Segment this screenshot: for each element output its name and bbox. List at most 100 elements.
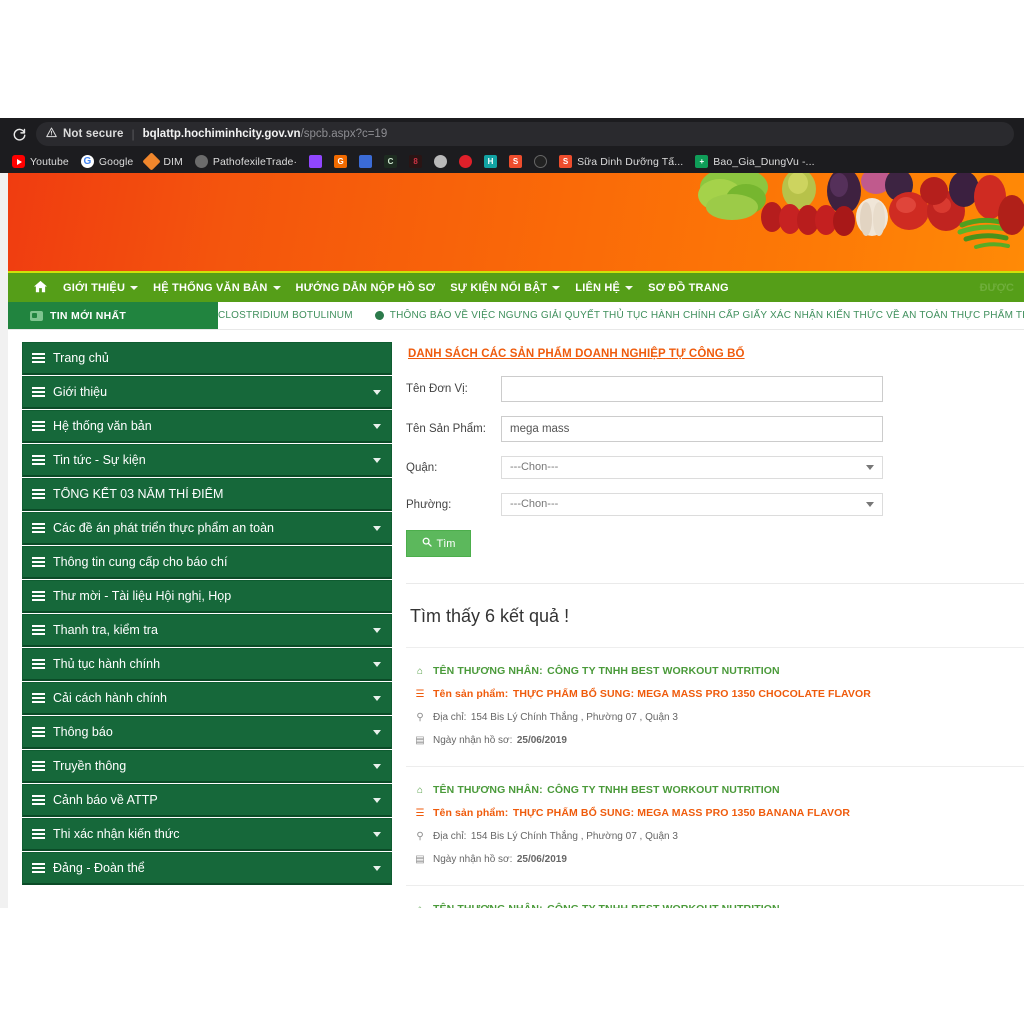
bookmark-h[interactable]: H xyxy=(478,152,503,172)
ticker-item-text: THÔNG BÁO VỀ VIỆC NGƯNG GIẢI QUYẾT THỦ T… xyxy=(389,310,1024,321)
bookmark-bao-gia-dungvu[interactable]: + Bao_Gia_DungVu -... xyxy=(689,152,820,172)
nav-overflow-label: ĐƯỢC xyxy=(979,281,1014,294)
bookmark-blue[interactable] xyxy=(353,152,378,172)
sidebar-item-canh-bao-attp[interactable]: Cảnh báo về ATTP xyxy=(22,784,392,817)
list-icon xyxy=(32,556,45,568)
result-date-line: ▤ Ngày nhận hồ sơ: 25/06/2019 xyxy=(414,850,1020,868)
unit-input[interactable] xyxy=(501,376,883,402)
result-merchant-line: ⌂ TÊN THƯƠNG NHÂN: CÔNG TY TNHH BEST WOR… xyxy=(414,662,1020,680)
result-item[interactable]: ⌂ TÊN THƯƠNG NHÂN: CÔNG TY TNHH BEST WOR… xyxy=(406,886,1024,908)
news-ticker-tag-label: TIN MỚI NHẤT xyxy=(50,309,127,322)
google-sheets-icon: + xyxy=(695,155,709,168)
sidebar-item-label: Thi xác nhận kiến thức xyxy=(53,827,180,841)
nav-so-do-trang[interactable]: SƠ ĐỒ TRANG xyxy=(648,282,729,294)
bookmark-youtube[interactable]: Youtube xyxy=(6,152,75,172)
sidebar-item-dang-doan-the[interactable]: Đảng - Đoàn thể xyxy=(22,852,392,885)
nav-gioi-thieu[interactable]: GIỚI THIỆU xyxy=(63,281,139,294)
browser-chrome: Not secure | bqlattp.hochiminhcity.gov.v… xyxy=(0,118,1024,173)
nav-huong-dan-nop-ho-so[interactable]: HƯỚNG DẪN NỘP HỒ SƠ xyxy=(296,282,436,294)
chevron-down-icon xyxy=(373,525,381,531)
bookmark-twitch[interactable] xyxy=(303,152,328,172)
sidebar-item-trang-chu[interactable]: Trang chủ xyxy=(22,342,392,375)
result-address-prefix: Địa chỉ: xyxy=(433,711,467,723)
result-product-value: THỰC PHẨM BỔ SUNG: MEGA MASS PRO 1350 CH… xyxy=(512,688,871,700)
search-button[interactable]: Tìm xyxy=(406,530,471,557)
chevron-down-icon xyxy=(373,457,381,463)
circle-outline-icon xyxy=(534,155,548,168)
product-input[interactable] xyxy=(501,416,883,442)
result-date-prefix: Ngày nhận hồ sơ: xyxy=(433,853,513,865)
site-container: GIỚI THIỆU HỆ THỐNG VĂN BẢN HƯỚNG DẪN NỘ… xyxy=(8,173,1024,908)
sidebar-item-he-thong-van-ban[interactable]: Hệ thống văn bản xyxy=(22,410,392,443)
result-merchant-prefix: TÊN THƯƠNG NHÂN: xyxy=(433,665,543,677)
bookmark-shopee-1[interactable]: S xyxy=(503,152,528,172)
sidebar-item-label: Cải cách hành chính xyxy=(53,691,167,705)
nav-lien-he[interactable]: LIÊN HỆ xyxy=(575,282,634,294)
sidebar-item-thu-tuc-hanh-chinh[interactable]: Thủ tục hành chính xyxy=(22,648,392,681)
nav-he-thong-van-ban[interactable]: HỆ THỐNG VĂN BẢN xyxy=(153,282,281,294)
list-icon xyxy=(32,386,45,398)
result-product-prefix: Tên sản phẩm: xyxy=(433,688,509,700)
sidebar-item-gioi-thieu[interactable]: Giới thiệu xyxy=(22,376,392,409)
bookmark-dim[interactable]: DIM xyxy=(139,152,189,172)
chevron-down-icon xyxy=(373,695,381,701)
bookmark-red-symbol[interactable]: 8 xyxy=(403,152,428,172)
ticker-item[interactable]: THÔNG BÁO VỀ VIỆC NGƯNG GIẢI QUYẾT THỦ T… xyxy=(374,310,1024,321)
bookmark-sua-dinh-duong[interactable]: S Sữa Dinh Dưỡng Tấ... xyxy=(553,152,689,172)
screenshot-root: Not secure | bqlattp.hochiminhcity.gov.v… xyxy=(0,0,1024,1024)
form-row-unit: Tên Đơn Vị: xyxy=(406,376,1024,402)
ward-select[interactable]: ---Chon--- xyxy=(501,493,883,516)
chevron-down-icon xyxy=(373,389,381,395)
blue-bookmark-icon xyxy=(359,155,373,168)
sidebar-item-thong-tin-bao-chi[interactable]: Thông tin cung cấp cho báo chí xyxy=(22,546,392,579)
bookmark-gray[interactable] xyxy=(428,152,453,172)
home-icon[interactable] xyxy=(34,280,47,296)
list-icon xyxy=(32,862,45,874)
calendar-icon: ▤ xyxy=(415,853,425,865)
list-icon xyxy=(32,454,45,466)
nav-su-kien-noi-bat[interactable]: SỰ KIỆN NỔI BẬT xyxy=(450,282,561,294)
result-product-line: ☰ Tên sản phẩm: THỰC PHẨM BỔ SUNG: MEGA … xyxy=(414,804,1020,822)
chevron-down-icon xyxy=(866,502,874,507)
result-date-line: ▤ Ngày nhận hồ sơ: 25/06/2019 xyxy=(414,731,1020,749)
nav-label: HƯỚNG DẪN NỘP HỒ SƠ xyxy=(295,281,436,294)
chevron-down-icon xyxy=(373,763,381,769)
sidebar-item-thu-moi-tai-lieu[interactable]: Thư mời - Tài liệu Hội nghị, Họp xyxy=(22,580,392,613)
reload-icon[interactable] xyxy=(6,121,32,147)
ward-select-value: ---Chon--- xyxy=(510,498,559,510)
security-status-label: Not secure xyxy=(63,128,124,140)
ticker-item[interactable]: CLOSTRIDIUM BOTULINUM xyxy=(218,310,353,321)
result-item[interactable]: ⌂ TÊN THƯƠNG NHÂN: CÔNG TY TNHH BEST WOR… xyxy=(406,648,1024,767)
bookmark-pathofexile-trade[interactable]: PathofexileTrade· xyxy=(189,152,303,172)
sidebar-item-tong-ket-03-nam-thi-diem[interactable]: TỔNG KẾT 03 NĂM THÍ ĐIỂM xyxy=(22,478,392,511)
list-icon xyxy=(32,522,45,534)
list-icon xyxy=(32,658,45,670)
bookmark-g2g[interactable]: G xyxy=(328,152,353,172)
nav-label: GIỚI THIỆU xyxy=(63,281,126,294)
result-item[interactable]: ⌂ TÊN THƯƠNG NHÂN: CÔNG TY TNHH BEST WOR… xyxy=(406,767,1024,886)
chevron-down-icon xyxy=(552,285,561,290)
sidebar-item-thi-xac-nhan-kien-thuc[interactable]: Thi xác nhận kiến thức xyxy=(22,818,392,851)
page-title[interactable]: DANH SÁCH CÁC SẢN PHẨM DOANH NGHIỆP TỰ C… xyxy=(408,348,745,360)
sidebar-item-tin-tuc-su-kien[interactable]: Tin tức - Sự kiện xyxy=(22,444,392,477)
bookmark-c[interactable]: C xyxy=(378,152,403,172)
calendar-icon: ▤ xyxy=(415,734,425,746)
bookmark-circle[interactable] xyxy=(528,152,553,172)
district-select[interactable]: ---Chon--- xyxy=(501,456,883,479)
magnifier-icon xyxy=(422,537,432,550)
omnibox[interactable]: Not secure | bqlattp.hochiminhcity.gov.v… xyxy=(36,122,1014,146)
info-circle-icon xyxy=(374,311,384,320)
url-path: /spcb.aspx?c=19 xyxy=(300,128,388,140)
list-icon xyxy=(32,488,45,500)
sidebar-item-cai-cach-hanh-chinh[interactable]: Cải cách hành chính xyxy=(22,682,392,715)
chevron-down-icon xyxy=(625,285,634,290)
result-address-line: ⚲ Địa chỉ: 154 Bis Lý Chính Thắng , Phườ… xyxy=(414,708,1020,726)
sidebar-item-thong-bao[interactable]: Thông báo xyxy=(22,716,392,749)
bookmark-google[interactable]: G Google xyxy=(75,152,139,172)
bookmark-refresh[interactable] xyxy=(453,152,478,172)
sidebar-item-thanh-tra-kiem-tra[interactable]: Thanh tra, kiểm tra xyxy=(22,614,392,647)
vegetables-photo xyxy=(698,173,1024,249)
sidebar-item-truyen-thong[interactable]: Truyền thông xyxy=(22,750,392,783)
sidebar-item-cac-de-an[interactable]: Các đề án phát triển thực phẩm an toàn xyxy=(22,512,392,545)
sidebar-item-label: Tin tức - Sự kiện xyxy=(53,453,146,467)
